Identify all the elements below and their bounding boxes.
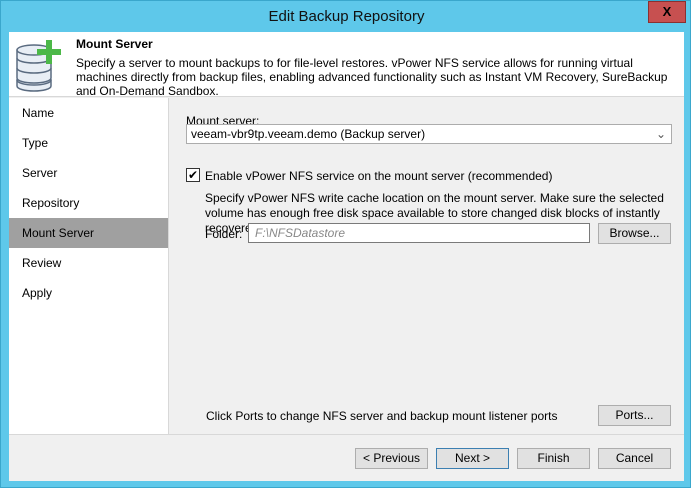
wizard-header: Mount Server Specify a server to mount b…: [9, 32, 684, 98]
finish-button[interactable]: Finish: [517, 448, 590, 469]
database-add-icon: [16, 40, 61, 92]
nfs-checkbox[interactable]: ✔: [186, 168, 200, 182]
step-server[interactable]: Server: [9, 158, 168, 188]
header-title: Mount Server: [76, 37, 153, 51]
folder-label: Folder:: [205, 227, 243, 241]
nfs-checkbox-label[interactable]: Enable vPower NFS service on the mount s…: [205, 169, 552, 183]
step-review[interactable]: Review: [9, 248, 168, 278]
cancel-button[interactable]: Cancel: [598, 448, 671, 469]
step-mount-server[interactable]: Mount Server: [9, 218, 168, 248]
header-description: Specify a server to mount backups to for…: [76, 56, 668, 98]
step-type[interactable]: Type: [9, 128, 168, 158]
folder-input[interactable]: F:\NFSDatastore: [248, 223, 590, 243]
close-button[interactable]: X: [648, 1, 686, 23]
dialog-client: Mount Server Specify a server to mount b…: [9, 32, 684, 481]
mount-server-select[interactable]: veeam-vbr9tp.veeam.demo (Backup server) …: [186, 124, 672, 144]
next-button[interactable]: Next >: [436, 448, 509, 469]
wizard-footer: < Previous Next > Finish Cancel: [9, 434, 684, 481]
browse-button[interactable]: Browse...: [598, 223, 671, 244]
step-repository[interactable]: Repository: [9, 188, 168, 218]
step-name[interactable]: Name: [9, 98, 168, 128]
previous-button[interactable]: < Previous: [355, 448, 428, 469]
dialog-window: Edit Backup Repository X Mount Server Sp…: [0, 0, 691, 488]
window-title: Edit Backup Repository: [268, 8, 425, 25]
step-apply[interactable]: Apply: [9, 278, 168, 308]
wizard-steps: Name Type Server Repository Mount Server…: [9, 98, 169, 434]
ports-description: Click Ports to change NFS server and bac…: [206, 409, 558, 423]
chevron-down-icon: ⌄: [655, 127, 666, 141]
mount-server-value: veeam-vbr9tp.veeam.demo (Backup server): [191, 127, 426, 141]
ports-button[interactable]: Ports...: [598, 405, 671, 426]
